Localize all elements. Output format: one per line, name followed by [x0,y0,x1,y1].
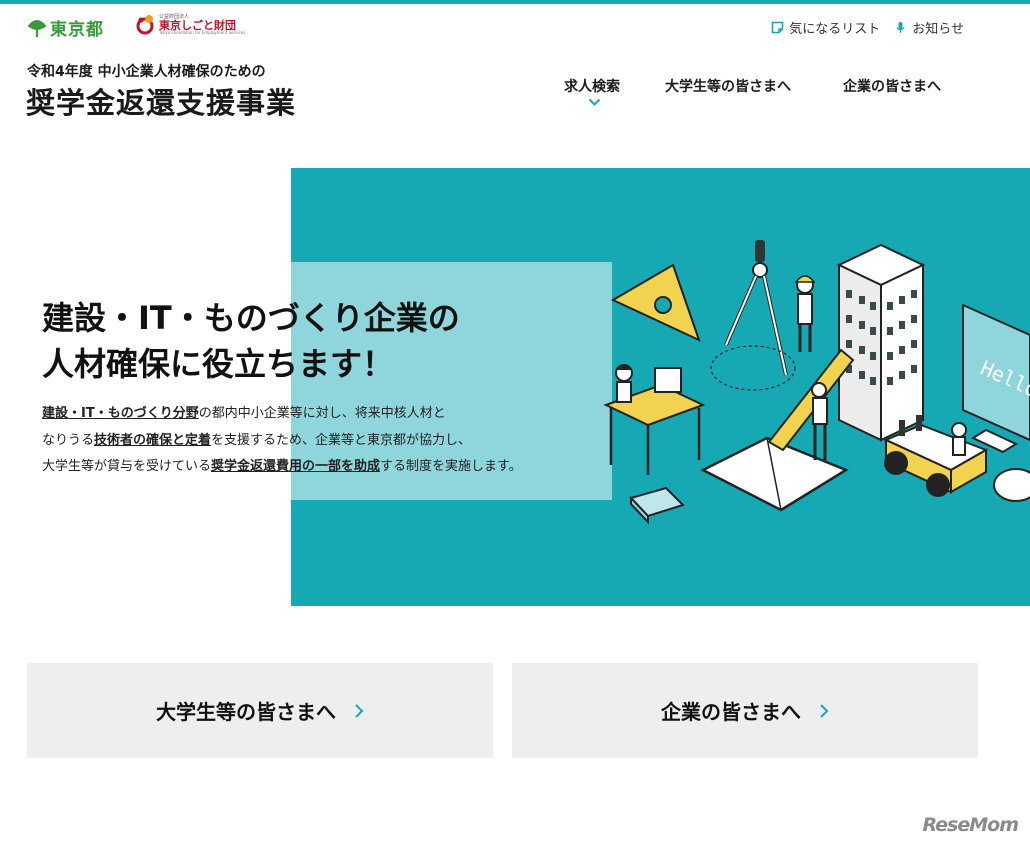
notices-label: お知らせ [912,22,964,37]
hero-desc-text: の都内中小企業等に対し、将来中核人材と [198,406,446,421]
hero-desc-line3: 大学生等が貸与を受けている奨学金返還費用の一部を助成する制度を実施します。 [42,454,522,481]
nav-companies[interactable]: 企業の皆さまへ [843,76,941,96]
hero-desc-text: なりうる [42,432,95,448]
bookmark-note-icon [771,21,784,34]
foundation-mark-icon [136,15,154,35]
favorites-link[interactable]: 気になるリスト [771,18,880,37]
microphone-icon [896,22,905,33]
foundation-logo[interactable]: 公益財団法人 東京しごと財団 Tokyo Foundation for Empl… [136,14,245,36]
desk-person-icon [603,364,706,475]
site-title[interactable]: 奨学金返還支援事業 [26,80,296,122]
robot-car-icon [883,415,989,497]
chevron-right-icon [355,703,364,718]
chevron-right-icon [820,703,829,718]
top-accent-bar [0,0,1030,4]
hero-illustration: Hello [603,240,1030,525]
eraser-icon [629,486,685,525]
highlight-subsidy: 奨学金返還費用の一部を助成 [211,459,381,474]
companies-card-label: 企業の皆さまへ [661,700,801,724]
monitor-icon: Hello [962,303,1030,454]
students-card-button[interactable]: 大学生等の皆さまへ [27,663,493,758]
triangle-ruler-icon [610,263,701,342]
favorites-label: 気になるリスト [789,22,881,37]
hero-desc-text: を支援するため、企業等と東京都が協力し、 [211,432,472,448]
chevron-down-icon[interactable] [588,98,601,107]
hero-desc-text: する制度を実施します。 [380,459,522,474]
hero-desc-line2: なりうる技術者の確保と定着を支援するため、企業等と東京都が協力し、 [42,428,522,455]
hero-description: 建設・IT・ものづくり分野の都内中小企業等に対し、将来中核人材と なりうる技術者… [42,401,522,481]
nav-students[interactable]: 大学生等の皆さまへ [665,76,791,96]
highlight-engineers: 技術者の確保と定着 [94,432,212,448]
students-card-label: 大学生等の皆さまへ [156,700,336,724]
ginkgo-leaf-icon [27,19,47,37]
hero-desc-line1: 建設・IT・ものづくり分野の都内中小企業等に対し、将来中核人材と [42,401,522,428]
hero-desc-text: 大学生等が貸与を受けている [42,459,212,474]
highlight-fields: 建設・IT・ものづくり分野 [42,406,199,421]
utility-links: 気になるリスト お知らせ [771,18,964,37]
site-subtitle: 令和4年度 中小企業人材確保のための [27,64,266,80]
hero-heading: 建設・IT・ものづくり企業の 人材確保に役立ちます！ [42,295,460,387]
book-pencil-icon [700,348,855,512]
companies-card-button[interactable]: 企業の皆さまへ [512,663,978,758]
tokyo-metropolitan-logo[interactable]: 東京都 [27,15,104,40]
foundation-english: Tokyo Foundation for Employment Services [159,30,246,35]
tokyo-logo-text: 東京都 [50,20,104,40]
hero-heading-line1: 建設・IT・ものづくり企業の [42,299,460,337]
notices-link[interactable]: お知らせ [894,18,964,37]
nav-job-search[interactable]: 求人検索 [564,76,620,96]
resemom-watermark: ReseMom [922,814,1019,836]
hero-heading-line2: 人材確保に役立ちます！ [42,345,395,383]
building-icon [836,243,926,442]
worker-figure-icon [794,275,816,352]
mouse-icon [993,468,1030,502]
compass-icon [710,240,796,391]
